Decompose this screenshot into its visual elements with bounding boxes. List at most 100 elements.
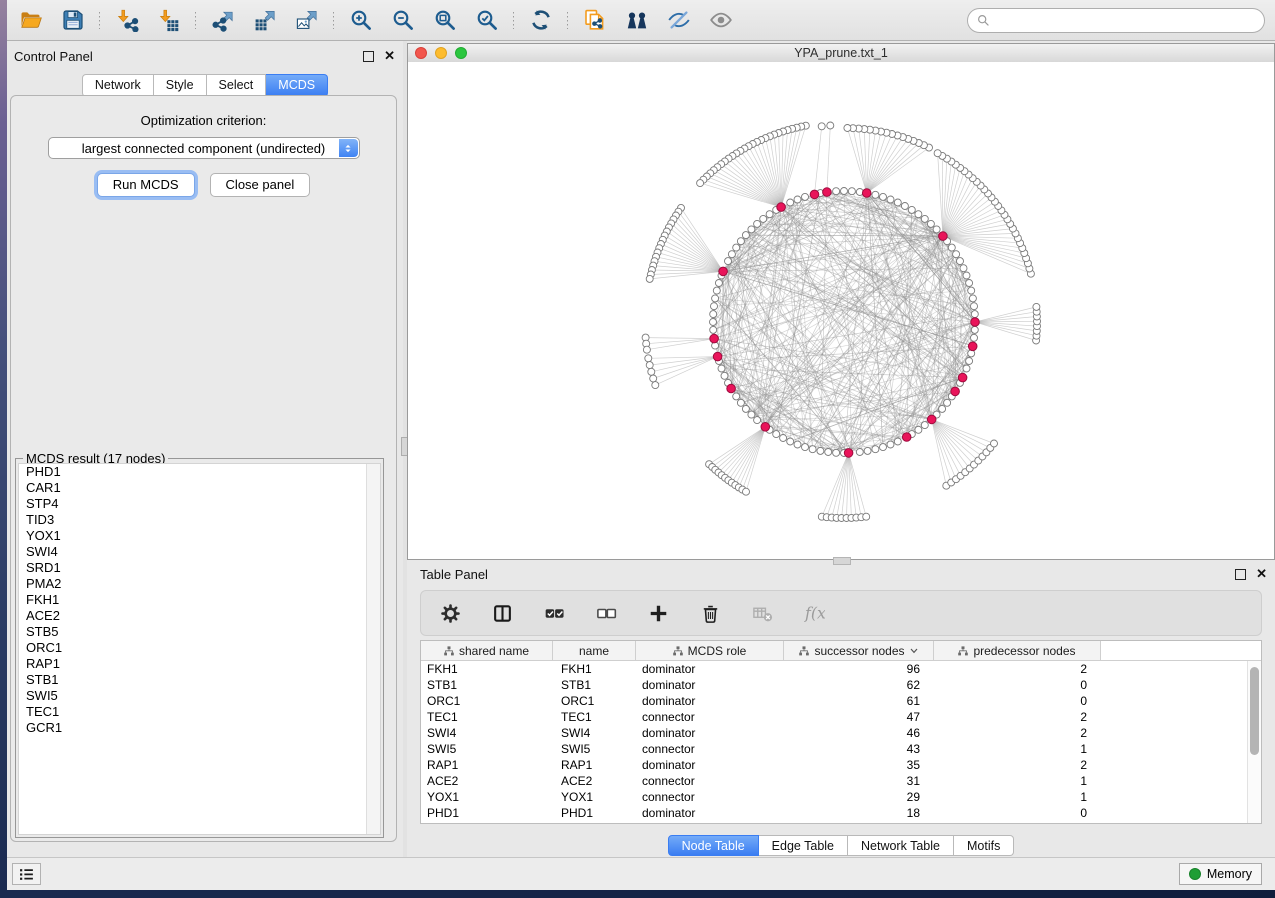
result-list-scrollbar[interactable] bbox=[366, 464, 380, 834]
cell-successor-nodes[interactable]: 35 bbox=[784, 757, 934, 773]
cell-shared-name[interactable]: ORC1 bbox=[421, 693, 553, 709]
cell-shared-name[interactable]: SWI5 bbox=[421, 741, 553, 757]
show-panel-icon[interactable] bbox=[707, 7, 734, 34]
result-list-item[interactable]: PHD1 bbox=[19, 464, 380, 480]
add-column-icon[interactable] bbox=[645, 600, 672, 627]
result-list-item[interactable]: FKH1 bbox=[19, 592, 380, 608]
result-list-item[interactable]: ORC1 bbox=[19, 640, 380, 656]
run-mcds-button[interactable]: Run MCDS bbox=[97, 173, 195, 197]
table-row[interactable]: SWI4SWI4dominator462 bbox=[421, 725, 1261, 741]
cell-predecessor-nodes[interactable]: 2 bbox=[934, 757, 1101, 773]
cell-shared-name[interactable]: STB1 bbox=[421, 677, 553, 693]
cell-successor-nodes[interactable]: 29 bbox=[784, 789, 934, 805]
cell-predecessor-nodes[interactable]: 0 bbox=[934, 693, 1101, 709]
optimization-criterion-select[interactable]: largest connected component (undirected) bbox=[48, 137, 360, 159]
cell-MCDS-role[interactable]: connector bbox=[636, 709, 784, 725]
cell-predecessor-nodes[interactable]: 2 bbox=[934, 661, 1101, 677]
network-canvas[interactable] bbox=[408, 62, 1274, 559]
search-network-icon[interactable] bbox=[623, 7, 650, 34]
cell-shared-name[interactable]: PHD1 bbox=[421, 805, 553, 821]
delete-table-icon[interactable] bbox=[749, 600, 776, 627]
cell-MCDS-role[interactable]: connector bbox=[636, 773, 784, 789]
table-row[interactable]: ACE2ACE2connector311 bbox=[421, 773, 1261, 789]
refresh-icon[interactable] bbox=[527, 7, 554, 34]
result-list-item[interactable]: STB1 bbox=[19, 672, 380, 688]
column-header-shared-name[interactable]: shared name bbox=[421, 641, 553, 660]
table-row[interactable]: PHD1PHD1dominator180 bbox=[421, 805, 1261, 821]
cell-name[interactable]: RAP1 bbox=[553, 757, 636, 773]
cell-successor-nodes[interactable]: 31 bbox=[784, 773, 934, 789]
cell-predecessor-nodes[interactable]: 2 bbox=[934, 725, 1101, 741]
export-image-icon[interactable] bbox=[293, 7, 320, 34]
tab-select[interactable]: Select bbox=[207, 74, 267, 97]
node-table[interactable]: shared namenameMCDS rolesuccessor nodesp… bbox=[420, 640, 1262, 824]
import-network-icon[interactable] bbox=[113, 7, 140, 34]
cell-MCDS-role[interactable]: dominator bbox=[636, 757, 784, 773]
cell-predecessor-nodes[interactable]: 0 bbox=[934, 805, 1101, 821]
import-table-icon[interactable] bbox=[155, 7, 182, 34]
cell-name[interactable]: SWI5 bbox=[553, 741, 636, 757]
result-list-item[interactable]: SWI4 bbox=[19, 544, 380, 560]
hide-panel-icon[interactable] bbox=[665, 7, 692, 34]
memory-button[interactable]: Memory bbox=[1179, 863, 1262, 885]
close-panel-icon[interactable]: ✕ bbox=[384, 51, 395, 61]
cell-successor-nodes[interactable]: 43 bbox=[784, 741, 934, 757]
zoom-selected-icon[interactable] bbox=[473, 7, 500, 34]
tab-style[interactable]: Style bbox=[154, 74, 207, 97]
cell-predecessor-nodes[interactable]: 1 bbox=[934, 773, 1101, 789]
network-window-titlebar[interactable]: YPA_prune.txt_1 bbox=[408, 44, 1274, 63]
settings-icon[interactable] bbox=[437, 600, 464, 627]
cell-name[interactable]: PHD1 bbox=[553, 805, 636, 821]
cell-shared-name[interactable]: RAP1 bbox=[421, 757, 553, 773]
table-scrollbar[interactable] bbox=[1247, 661, 1261, 823]
result-list-item[interactable]: TID3 bbox=[19, 512, 380, 528]
zoom-out-icon[interactable] bbox=[389, 7, 416, 34]
cell-successor-nodes[interactable]: 18 bbox=[784, 805, 934, 821]
cell-successor-nodes[interactable]: 46 bbox=[784, 725, 934, 741]
cell-MCDS-role[interactable]: connector bbox=[636, 741, 784, 757]
result-list-item[interactable]: STB5 bbox=[19, 624, 380, 640]
result-list-item[interactable]: PMA2 bbox=[19, 576, 380, 592]
tab-mcds[interactable]: MCDS bbox=[266, 74, 328, 97]
result-list-item[interactable]: ACE2 bbox=[19, 608, 380, 624]
float-panel-icon[interactable] bbox=[363, 51, 374, 62]
cell-name[interactable]: FKH1 bbox=[553, 661, 636, 677]
tab-edge-table[interactable]: Edge Table bbox=[759, 835, 848, 856]
column-header-successor-nodes[interactable]: successor nodes bbox=[784, 641, 934, 660]
table-scrollbar-thumb[interactable] bbox=[1250, 667, 1259, 755]
column-header-name[interactable]: name bbox=[553, 641, 636, 660]
close-panel-button[interactable]: Close panel bbox=[210, 173, 311, 197]
result-list-item[interactable]: CAR1 bbox=[19, 480, 380, 496]
cell-shared-name[interactable]: SWI4 bbox=[421, 725, 553, 741]
open-icon[interactable] bbox=[17, 7, 44, 34]
copy-network-icon[interactable] bbox=[581, 7, 608, 34]
cell-shared-name[interactable]: ACE2 bbox=[421, 773, 553, 789]
cell-predecessor-nodes[interactable]: 1 bbox=[934, 789, 1101, 805]
cell-predecessor-nodes[interactable]: 2 bbox=[934, 709, 1101, 725]
unselect-all-icon[interactable] bbox=[593, 600, 620, 627]
cell-successor-nodes[interactable]: 47 bbox=[784, 709, 934, 725]
horizontal-splitter-grip[interactable] bbox=[833, 557, 851, 565]
close-table-panel-icon[interactable]: ✕ bbox=[1256, 569, 1267, 579]
tab-network[interactable]: Network bbox=[82, 74, 154, 97]
table-row[interactable]: FKH1FKH1dominator962 bbox=[421, 661, 1261, 677]
cell-MCDS-role[interactable]: dominator bbox=[636, 725, 784, 741]
column-header-predecessor-nodes[interactable]: predecessor nodes bbox=[934, 641, 1101, 660]
table-row[interactable]: SWI5SWI5connector431 bbox=[421, 741, 1261, 757]
search-box[interactable] bbox=[967, 8, 1265, 33]
cell-successor-nodes[interactable]: 62 bbox=[784, 677, 934, 693]
delete-column-icon[interactable] bbox=[697, 600, 724, 627]
cell-shared-name[interactable]: TEC1 bbox=[421, 709, 553, 725]
result-list-item[interactable]: STP4 bbox=[19, 496, 380, 512]
result-list-item[interactable]: GCR1 bbox=[19, 720, 380, 736]
float-table-panel-icon[interactable] bbox=[1235, 569, 1246, 580]
tab-motifs[interactable]: Motifs bbox=[954, 835, 1014, 856]
cell-predecessor-nodes[interactable]: 0 bbox=[934, 677, 1101, 693]
cell-MCDS-role[interactable]: dominator bbox=[636, 693, 784, 709]
export-table-icon[interactable] bbox=[251, 7, 278, 34]
table-row[interactable]: ORC1ORC1dominator610 bbox=[421, 693, 1261, 709]
table-row[interactable]: TEC1TEC1connector472 bbox=[421, 709, 1261, 725]
table-row[interactable]: STB1STB1dominator620 bbox=[421, 677, 1261, 693]
cell-name[interactable]: TEC1 bbox=[553, 709, 636, 725]
minimize-window-icon[interactable] bbox=[435, 47, 447, 59]
